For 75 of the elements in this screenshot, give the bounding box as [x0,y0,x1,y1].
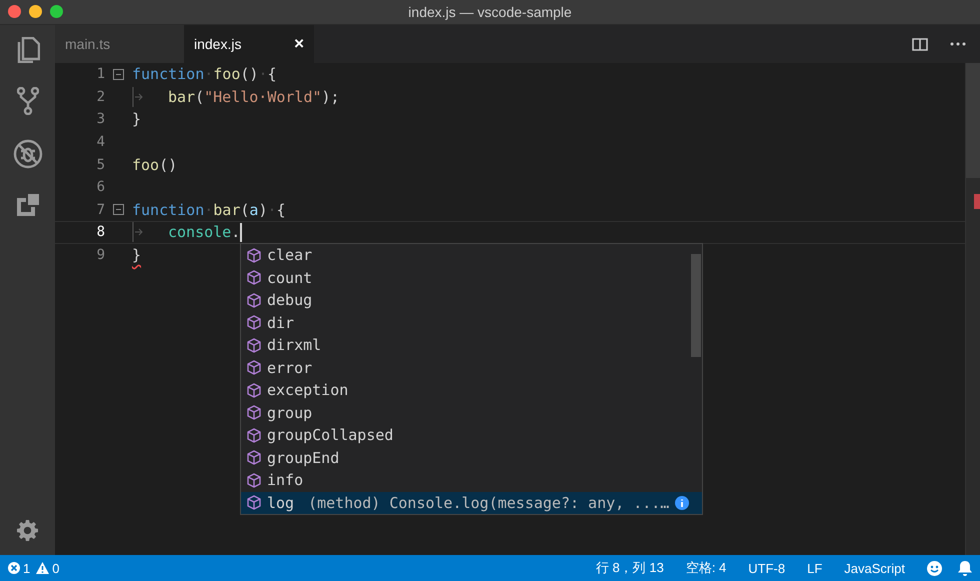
text-cursor [240,222,242,242]
line-number: 5 [96,156,105,173]
status-item[interactable]: LF [807,560,822,576]
code-line: function·foo()·{ [132,65,276,84]
smiley-icon[interactable] [927,560,942,576]
cube-icon [247,472,261,488]
info-icon[interactable] [675,496,690,510]
suggestion-item[interactable]: group [241,402,702,424]
cube-icon [247,450,261,466]
split-editor-icon[interactable] [912,38,928,50]
tab-arrow-icon [132,86,144,107]
cube-icon [247,270,261,286]
line-number: 1 [96,66,105,82]
window-control[interactable] [29,5,42,18]
status-item[interactable]: 行 8，列 13 [596,559,664,577]
settings-icon[interactable] [17,520,38,541]
code-line: } [132,246,142,264]
status-item[interactable]: UTF-8 [748,560,786,576]
suggestion-item[interactable]: groupEnd [241,446,702,469]
status-item[interactable]: 空格: 4 [686,559,726,577]
files-icon[interactable] [16,37,40,63]
extensions-icon[interactable] [16,193,40,217]
scrollbar-thumb[interactable] [966,63,980,178]
close-icon[interactable]: × [294,34,304,54]
suggestion-item[interactable]: error [241,356,702,379]
more-icon[interactable] [950,42,966,46]
fold-icon[interactable] [113,68,124,80]
suggestion-item[interactable]: count [241,266,702,289]
cube-icon [247,338,261,353]
cube-icon [247,405,261,420]
suggestion-item[interactable]: debug [241,289,702,312]
suggestion-item[interactable]: info [241,469,702,492]
suggestion-item[interactable]: dir [241,312,702,334]
scrollbar[interactable] [965,63,980,555]
editor-tab[interactable]: index.js × [184,25,314,63]
window-control[interactable] [8,5,21,18]
line-number: 3 [96,111,105,128]
window-control[interactable] [50,5,63,18]
error-icon [8,562,20,574]
cube-icon [247,248,261,263]
line-number: 6 [96,179,105,196]
code-line: } [132,110,142,128]
warning-icon [36,562,50,574]
code-line: foo() [132,156,178,174]
cube-icon [247,428,261,443]
line-number: 2 [96,88,105,105]
editor-tab[interactable]: main.ts [55,25,184,63]
scrollbar-thumb[interactable] [691,254,701,357]
suggestion-item[interactable]: log (method) Console.log(message?: any, ...… [241,492,702,514]
no-bug-icon[interactable] [12,139,42,169]
bell-icon[interactable] [958,560,972,576]
cube-icon [247,495,261,510]
source-control-icon[interactable] [16,87,38,115]
line-number: 7 [96,202,105,218]
fold-icon[interactable] [113,204,124,216]
error-marker [974,194,980,209]
suggestion-item[interactable]: clear [241,244,702,266]
warning-count[interactable]: 0 [36,560,60,576]
cube-icon [247,315,261,330]
suggestion-item[interactable]: exception [241,379,702,402]
code-line: bar("Hello·World"); [168,88,340,106]
suggestion-item[interactable]: dirxml [241,334,702,356]
line-number: 8 [96,224,105,240]
error-count[interactable]: 1 [8,560,30,576]
tab-arrow-icon [132,222,144,242]
line-number: 4 [96,134,105,150]
code-line: console. [168,223,240,242]
window-title: index.js — vscode-sample [408,4,572,20]
cube-icon [247,360,261,376]
line-number: 9 [96,247,105,264]
cube-icon [247,292,261,308]
suggestion-item[interactable]: groupCollapsed [241,424,702,446]
code-line: function·bar(a)·{ [132,200,286,219]
cube-icon [247,382,261,398]
status-item[interactable]: JavaScript [844,560,905,576]
